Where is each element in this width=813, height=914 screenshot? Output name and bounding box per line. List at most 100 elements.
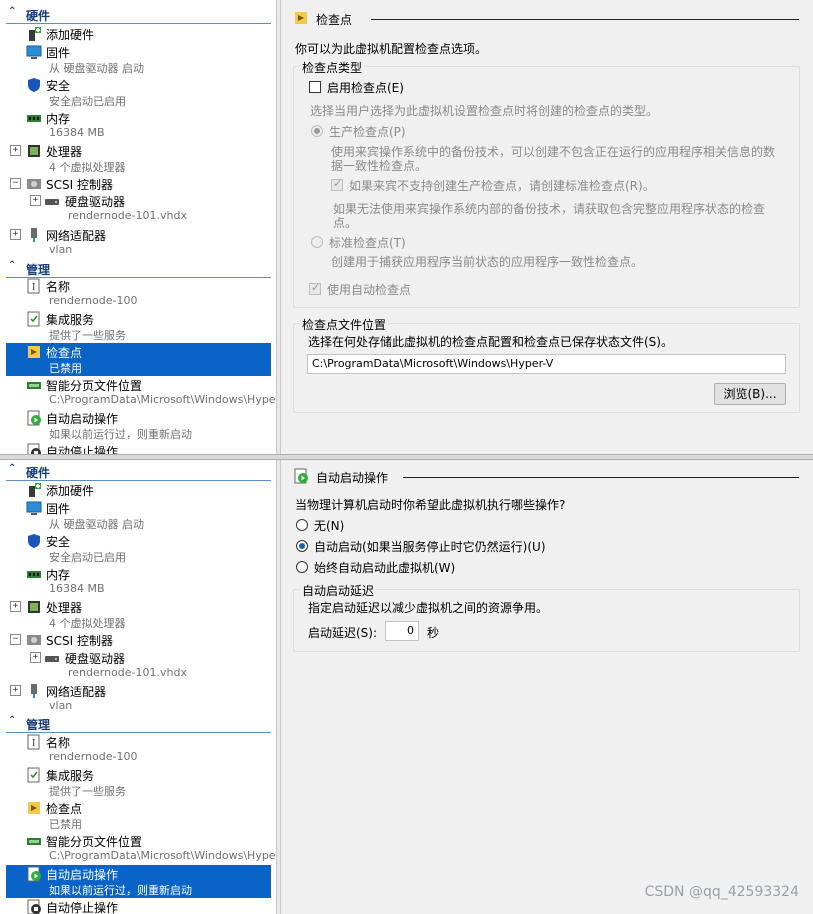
auto-start-icon: [293, 468, 309, 484]
checkpoint-settings-panel: ⌃ 硬件 添加硬件 固件 从 硬盘驱动器 启动 安全 安全启动已启用 内存 16…: [0, 0, 813, 454]
auto-stop-icon: [26, 899, 42, 914]
tree-item-auto-start[interactable]: 自动启动操作 如果以前运行过，则重新启动: [6, 865, 271, 898]
checkpoint-icon: [293, 10, 309, 26]
network-adapter-icon: [26, 227, 42, 243]
tree-item-security[interactable]: 安全 安全启动已启用: [6, 76, 271, 109]
expand-processor-toggle[interactable]: +: [10, 145, 21, 156]
tree-item-smart-paging[interactable]: 智能分页文件位置 C:\ProgramData\Microsoft\Window…: [6, 376, 276, 409]
firmware-icon: [26, 44, 42, 60]
tree-item-integration-services[interactable]: 集成服务 提供了一些服务: [6, 766, 271, 799]
choose-type-hint: 选择当用户选择为此虚拟机设置检查点时将创建的检查点的类型。: [310, 104, 659, 118]
auto-checkpoints-label[interactable]: 使用自动检查点: [327, 281, 411, 298]
browse-button[interactable]: 浏览(B)...: [714, 383, 786, 405]
tree-item-integration-services[interactable]: 集成服务 提供了一些服务: [6, 310, 271, 343]
tree-item-smart-paging[interactable]: 智能分页文件位置 C:\ProgramData\Microsoft\Window…: [6, 832, 276, 865]
tree-item-auto-stop[interactable]: 自动停止操作: [6, 898, 271, 914]
expand-scsi-toggle[interactable]: −: [10, 178, 21, 189]
tree-item-hard-drive[interactable]: + 硬盘驱动器 rendernode-101.vhdx: [6, 192, 271, 225]
fallback-desc-line1: 如果无法使用来宾操作系统内部的备份技术，请获取包含完整应用程序状态的检查: [333, 202, 766, 216]
hard-drive-icon: [44, 193, 60, 209]
tree-item-firmware[interactable]: 固件 从 硬盘驱动器 启动: [6, 43, 271, 76]
page-title: 自动启动操作: [316, 471, 389, 485]
tree-item-name[interactable]: I 名称 rendernode-100: [6, 733, 271, 766]
tree-item-auto-start[interactable]: 自动启动操作 如果以前运行过，则重新启动: [6, 409, 271, 442]
collapse-chevron-icon[interactable]: ⌃: [8, 6, 16, 17]
network-adapter-icon: [26, 683, 42, 699]
title-divider: [371, 19, 799, 20]
auto-start-detail-pane: 自动启动操作 当物理计算机启动时你希望此虚拟机执行哪些操作? 无(N) 自动启动…: [281, 460, 813, 914]
expand-network-toggle[interactable]: +: [10, 685, 21, 696]
tree-item-firmware[interactable]: 固件 从 硬盘驱动器 启动: [6, 499, 271, 532]
tree-item-auto-stop[interactable]: 自动停止操作: [6, 442, 271, 454]
standard-checkpoint-radio[interactable]: [311, 236, 323, 248]
option-always-radio[interactable]: [296, 561, 308, 573]
memory-icon: [26, 566, 42, 582]
tree-item-name[interactable]: I 名称 rendernode-100: [6, 277, 271, 310]
tree-item-memory[interactable]: 内存 16384 MB: [6, 565, 271, 598]
checkpoint-detail-pane: 检查点 你可以为此虚拟机配置检查点选项。 检查点类型 启用检查点(E) 选择当用…: [281, 0, 813, 454]
standard-checkpoint-label[interactable]: 标准检查点(T): [329, 234, 406, 251]
tree-item-hard-drive[interactable]: + 硬盘驱动器 rendernode-101.vhdx: [6, 649, 271, 682]
tree-item-processor[interactable]: + 处理器 4 个虚拟处理器: [6, 598, 271, 631]
auto-start-icon: [26, 866, 42, 882]
integration-services-icon: [26, 311, 42, 327]
expand-network-toggle[interactable]: +: [10, 229, 21, 240]
option-auto-radio[interactable]: [296, 540, 308, 552]
question-text: 当物理计算机启动时你希望此虚拟机执行哪些操作?: [295, 498, 566, 512]
tree-item-checkpoints[interactable]: 检查点 已禁用: [6, 343, 271, 376]
production-checkpoint-label[interactable]: 生产检查点(P): [329, 123, 406, 140]
checkpoint-location-group-title: 检查点文件位置: [300, 316, 389, 333]
security-shield-icon: [26, 77, 42, 93]
fallback-standard-checkbox[interactable]: [331, 177, 343, 191]
fallback-standard-label[interactable]: 如果来宾不支持创建生产检查点，请创建标准检查点(R)。: [349, 177, 655, 194]
auto-start-settings-panel: ⌃ 硬件 添加硬件 固件 从 硬盘驱动器 启动 安全 安全启动已启用 内存 16…: [0, 460, 813, 914]
collapse-chevron-icon[interactable]: ⌃: [8, 715, 16, 726]
memory-icon: [26, 110, 42, 126]
tree-item-memory[interactable]: 内存 16384 MB: [6, 109, 271, 142]
name-icon: I: [26, 278, 42, 294]
expand-scsi-toggle[interactable]: −: [10, 634, 21, 645]
option-none-label[interactable]: 无(N): [314, 517, 344, 534]
startup-delay-input[interactable]: 0: [385, 621, 419, 641]
startup-delay-group-title: 自动启动延迟: [300, 582, 377, 599]
auto-checkpoints-checkbox[interactable]: [309, 281, 321, 295]
production-desc-line2: 据一致性检查点。: [331, 159, 428, 173]
management-section-header[interactable]: ⌃ 管理: [6, 260, 271, 278]
option-none-radio[interactable]: [296, 519, 308, 531]
tree-item-security[interactable]: 安全 安全启动已启用: [6, 532, 271, 565]
expand-processor-toggle[interactable]: +: [10, 601, 21, 612]
option-always-label[interactable]: 始终自动启动此虚拟机(W): [314, 559, 455, 576]
hard-drive-icon: [44, 650, 60, 666]
option-auto-label[interactable]: 自动启动(如果当服务停止时它仍然运行)(U): [314, 538, 546, 555]
enable-checkpoints-checkbox[interactable]: [309, 81, 321, 93]
scsi-icon: [26, 176, 42, 192]
settings-tree: ⌃ 硬件 添加硬件 固件 从 硬盘驱动器 启动 安全 安全启动已启用 内存 16…: [0, 0, 277, 454]
enable-checkpoints-label[interactable]: 启用检查点(E): [327, 79, 404, 96]
delay-label: 启动延迟(S):: [308, 626, 378, 640]
hardware-section-header[interactable]: ⌃ 硬件: [6, 463, 271, 481]
title-divider: [403, 477, 799, 478]
hardware-section-header[interactable]: ⌃ 硬件: [6, 6, 271, 24]
management-section-header[interactable]: ⌃ 管理: [6, 715, 271, 733]
collapse-chevron-icon[interactable]: ⌃: [8, 463, 16, 474]
tree-item-network-adapter[interactable]: + 网络适配器 vlan: [6, 682, 271, 715]
tree-item-processor[interactable]: + 处理器 4 个虚拟处理器: [6, 142, 271, 175]
add-hardware-icon: [26, 482, 42, 498]
firmware-icon: [26, 500, 42, 516]
location-desc: 选择在何处存储此虚拟机的检查点配置和检查点已保存状态文件(S)。: [308, 335, 673, 349]
tree-item-network-adapter[interactable]: + 网络适配器 vlan: [6, 226, 271, 259]
fallback-desc-line2: 点。: [333, 216, 358, 230]
checkpoint-icon: [26, 344, 42, 360]
auto-start-icon: [26, 410, 42, 426]
checkpoint-location-input[interactable]: C:\ProgramData\Microsoft\Windows\Hyper-V: [307, 354, 786, 374]
page-title: 检查点: [316, 13, 353, 27]
collapse-chevron-icon[interactable]: ⌃: [8, 260, 16, 271]
delay-unit: 秒: [427, 626, 440, 640]
tree-item-checkpoints[interactable]: 检查点 已禁用: [6, 799, 271, 832]
svg-text:I: I: [32, 282, 35, 293]
expand-hard-drive-toggle[interactable]: +: [30, 195, 41, 206]
processor-icon: [26, 143, 42, 159]
auto-stop-icon: [26, 443, 42, 454]
expand-hard-drive-toggle[interactable]: +: [30, 652, 41, 663]
production-checkpoint-radio[interactable]: [311, 125, 323, 137]
